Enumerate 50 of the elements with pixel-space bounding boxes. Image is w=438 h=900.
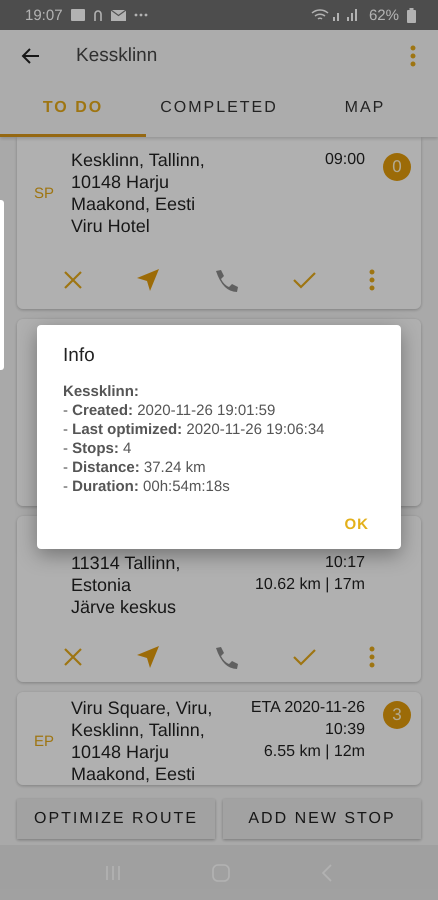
mail-icon — [110, 10, 126, 20]
dialog-title: Info — [63, 345, 96, 367]
action-button[interactable]: OPTIMIZE ROUTE — [17, 799, 215, 839]
action-button[interactable]: ADD NEW STOP — [223, 799, 421, 839]
more-options-icon[interactable] — [368, 269, 375, 291]
dialog-heading: Kessklinn: — [63, 382, 140, 401]
navigation-arrow-icon[interactable] — [136, 268, 160, 292]
battery-icon — [407, 8, 416, 22]
eta-text: 10:17 — [324, 553, 365, 573]
address-line: Viru Hotel — [71, 215, 151, 237]
address-line: 10148 Harju — [71, 741, 170, 763]
eta-text: ETA 2020-11-26 — [250, 698, 365, 718]
stop-number-badge: 3 — [383, 701, 411, 729]
close-icon[interactable] — [63, 647, 84, 667]
overflow-menu-icon[interactable] — [410, 45, 416, 67]
stop-type-label: EP — [34, 732, 54, 750]
address-line: Kesklinn, Tallinn, — [71, 149, 206, 171]
address-line: Kesklinn, Tallinn, — [71, 719, 206, 741]
address-line: Estonia — [71, 574, 132, 596]
address-line: 11314 Tallinn, — [71, 552, 182, 574]
dialog-detail-line: - Distance: 37.24 km — [63, 458, 207, 477]
eta-text: 09:00 — [324, 150, 365, 170]
address-line: Maakond, Eesti — [71, 763, 196, 785]
eta-text: 10:39 — [324, 720, 365, 740]
dialog-detail-line: - Duration: 00h:54m:18s — [63, 477, 231, 496]
check-icon[interactable] — [292, 271, 316, 289]
address-line: Viru Square, Viru, — [71, 697, 214, 719]
dialog-detail-line: - Last optimized: 2020-11-26 19:06:34 — [63, 420, 326, 439]
back-arrow-icon[interactable] — [20, 47, 40, 65]
more-options-icon[interactable] — [368, 646, 375, 668]
status-time: 19:07 — [25, 6, 63, 24]
battery-percentage: 62% — [368, 6, 399, 24]
check-icon[interactable] — [292, 648, 316, 666]
app-bar-title: Kessklinn — [76, 45, 158, 67]
address-line: Järve keskus — [71, 596, 178, 618]
dialog-detail-line: - Created: 2020-11-26 19:01:59 — [63, 401, 276, 420]
address-line: 10148 Harju — [71, 171, 170, 193]
address-line: Maakond, Eesti — [71, 193, 196, 215]
close-icon[interactable] — [63, 270, 84, 290]
more-notifications-icon — [134, 13, 148, 17]
stop-type-label: SP — [34, 184, 54, 202]
tab[interactable]: MAP — [292, 82, 438, 137]
tab[interactable]: COMPLETED — [146, 82, 292, 137]
eta-text: 6.55 km | 12m — [264, 742, 365, 762]
eta-text: 10.62 km | 17m — [255, 575, 365, 595]
navigation-arrow-icon[interactable] — [136, 645, 160, 669]
dialog-detail-line: - Stops: 4 — [63, 439, 132, 458]
image-icon — [70, 9, 85, 21]
stop-number-badge: 0 — [383, 153, 411, 181]
edge-panel-handle[interactable] — [0, 200, 4, 370]
